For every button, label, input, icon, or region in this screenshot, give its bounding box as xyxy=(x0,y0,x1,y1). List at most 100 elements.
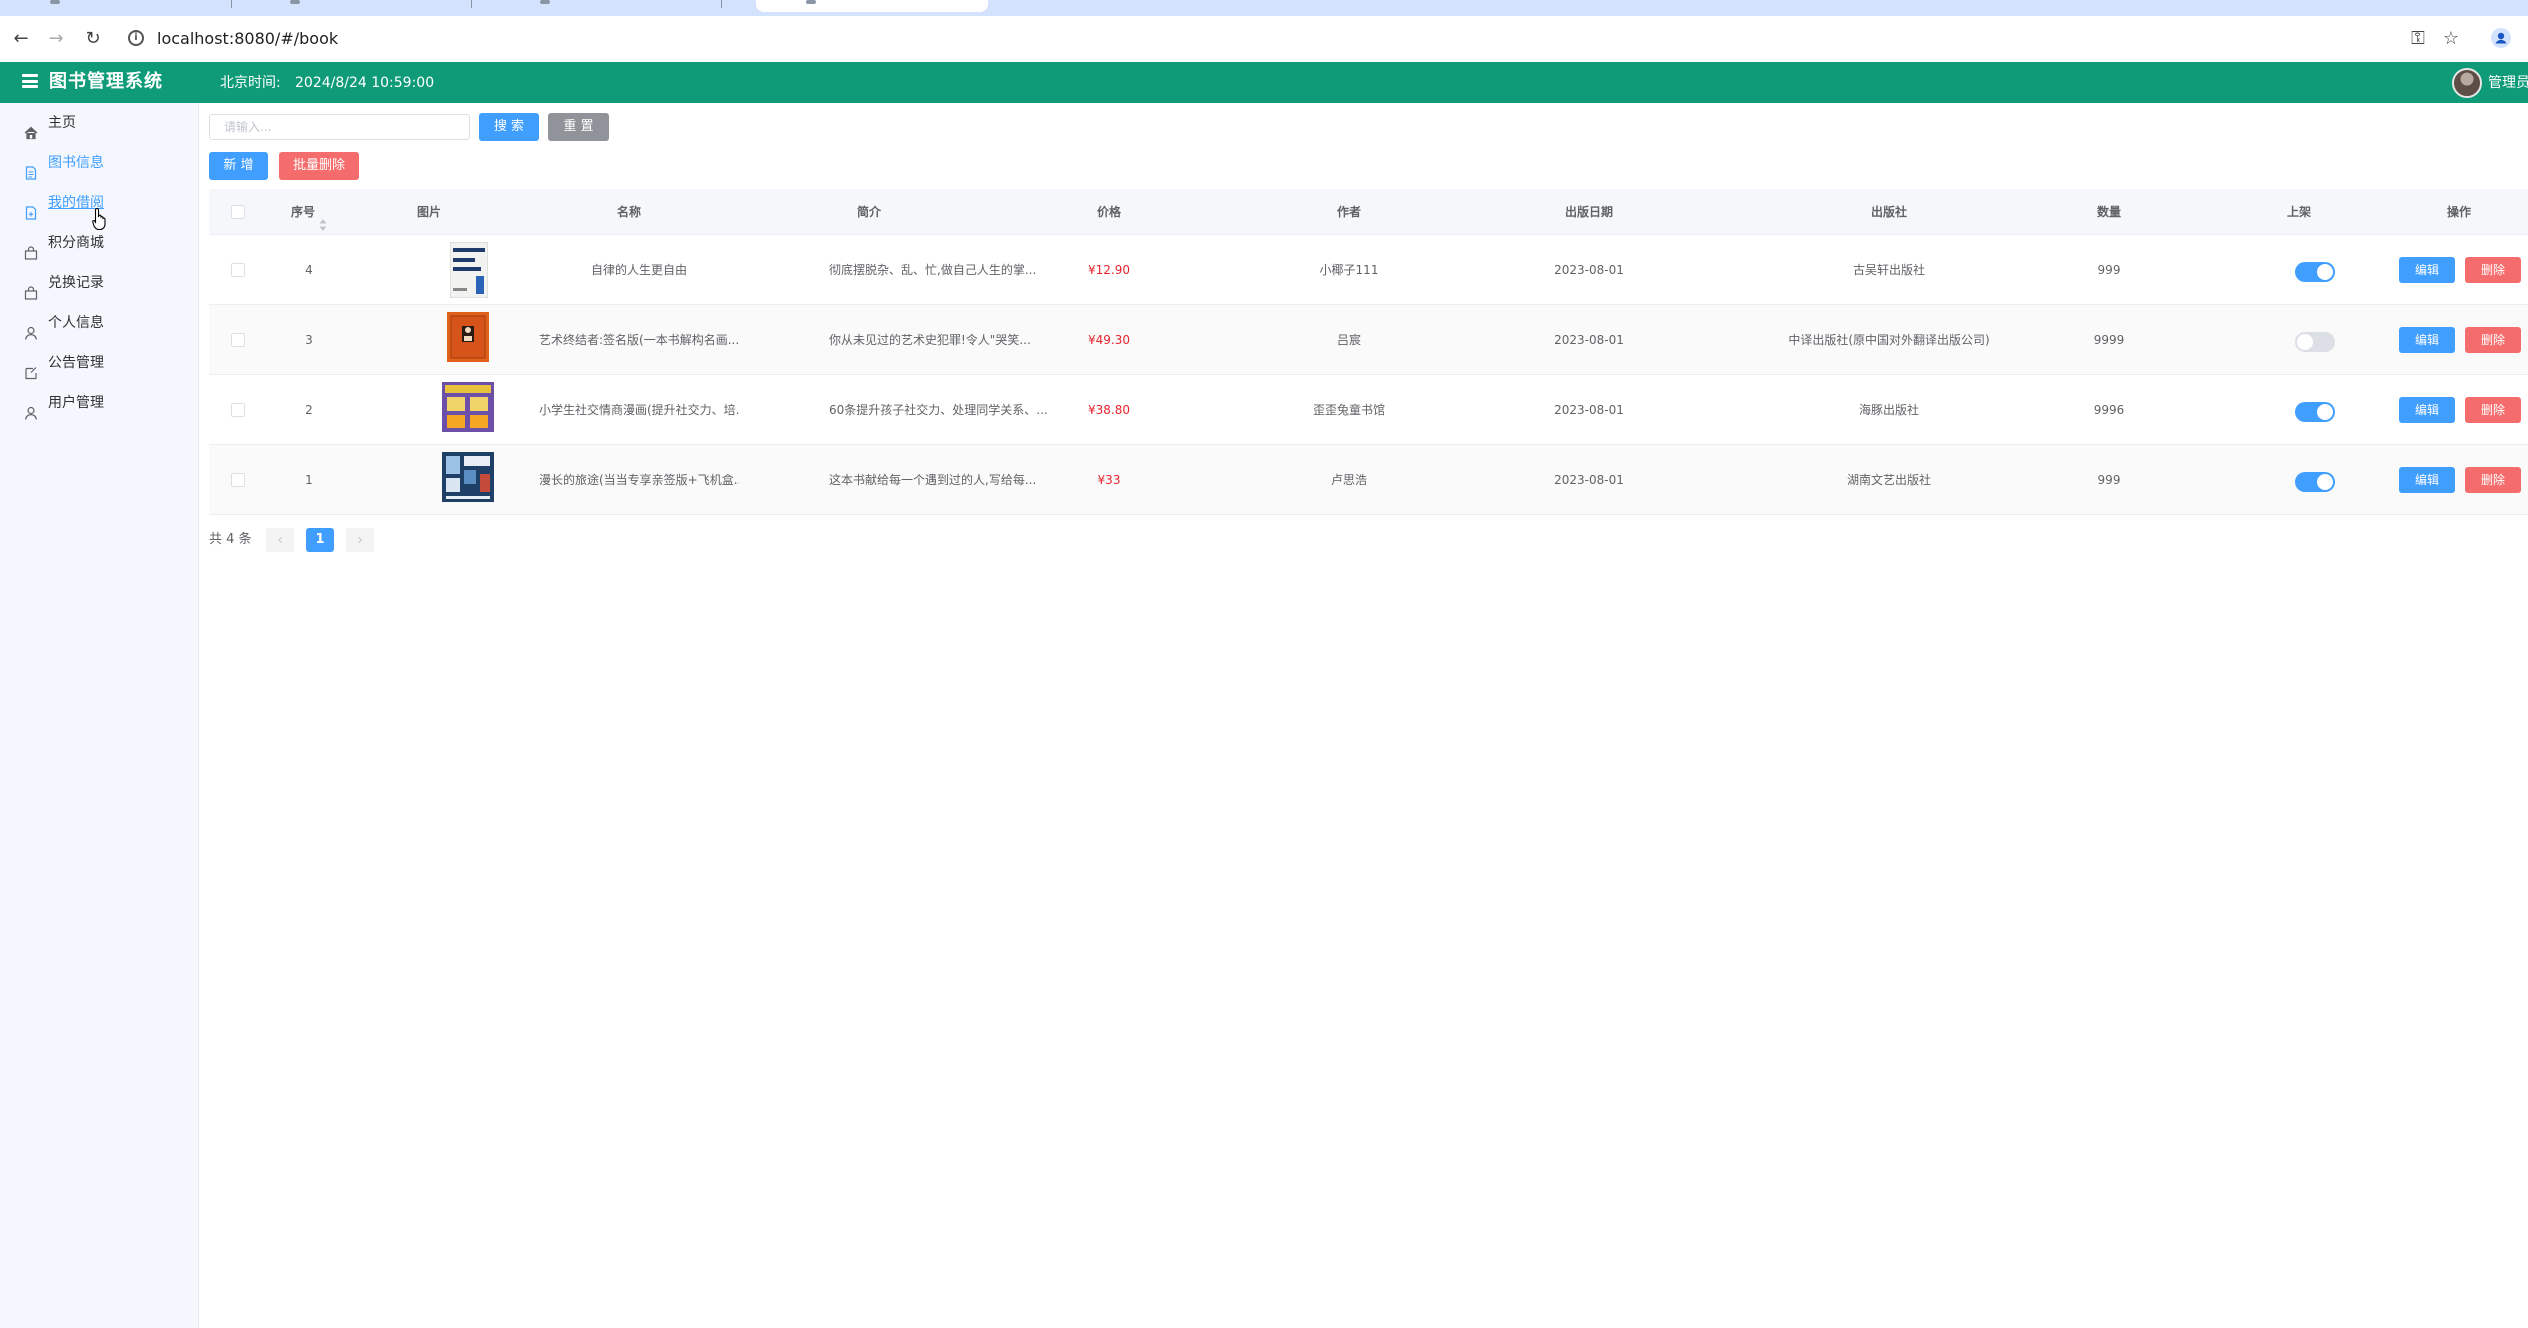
row-checkbox[interactable] xyxy=(231,403,245,417)
col-header-ops: 操作 xyxy=(2446,205,2471,219)
col-header-author: 作者 xyxy=(1336,205,1361,219)
col-header-id[interactable]: 序号 xyxy=(269,189,349,235)
delete-button[interactable]: 删除 xyxy=(2465,467,2521,493)
browser-tab[interactable] xyxy=(490,0,722,10)
cell-intro: 彻底摆脱杂、乱、忙,做自己人生的掌... xyxy=(829,263,1037,277)
password-key-icon[interactable]: ⚿ xyxy=(2407,28,2429,50)
menu-toggle-icon[interactable] xyxy=(22,74,38,88)
app-header: 图书管理系统 北京时间: 2024/8/24 10:59:00 管理员 xyxy=(0,62,2528,103)
cell-intro: 你从未见过的艺术史犯罪!令人"哭笑... xyxy=(829,333,1031,347)
col-header-publisher: 出版社 xyxy=(1870,205,1907,219)
cell-date: 2023-08-01 xyxy=(1554,333,1624,347)
browser-tab-active[interactable] xyxy=(756,0,988,12)
prev-page-button[interactable]: ‹ xyxy=(266,528,294,552)
sidebar: 主页 图书信息 我的借阅 积分商城 兑换记录 个人信息 公告管理 用户管理 xyxy=(0,103,199,1328)
browser-tab-strip xyxy=(0,0,2528,16)
shopping-bag-icon xyxy=(24,236,38,260)
table-header: 序号 图片 名称 简介 价格 作者 出版日期 出版社 数量 上架 操作 xyxy=(209,189,2528,235)
table-row[interactable]: 2 小学生社交情商漫画(提升社交力、培... 60条提升孩子社交力、处理同学关系… xyxy=(209,375,2528,445)
back-arrow-icon[interactable]: ← xyxy=(10,28,32,50)
sidebar-item-books[interactable]: 图书信息 xyxy=(0,143,199,183)
cell-date: 2023-08-01 xyxy=(1554,473,1624,487)
table-row[interactable]: 1 漫长的旅途(当当专享亲签版+飞机盒... 这本书献给每一个遇到过的人,写给每… xyxy=(209,445,2528,515)
edit-button[interactable]: 编辑 xyxy=(2399,467,2455,493)
site-info-icon[interactable]: i xyxy=(128,30,144,46)
browser-toolbar: ← → ↻ i localhost:8080/#/book ⚿ ☆ xyxy=(0,16,2528,62)
listed-toggle[interactable] xyxy=(2295,402,2335,422)
listed-toggle[interactable] xyxy=(2295,262,2335,282)
address-bar[interactable]: localhost:8080/#/book xyxy=(157,27,338,51)
reload-icon[interactable]: ↻ xyxy=(82,28,104,50)
pointer-hand-icon xyxy=(92,207,110,231)
delete-button[interactable]: 删除 xyxy=(2465,257,2521,283)
shopping-bag-icon xyxy=(24,276,38,300)
document-plus-icon xyxy=(24,196,38,220)
batch-delete-button[interactable]: 批量删除 xyxy=(279,152,359,180)
cell-quantity: 9999 xyxy=(2093,333,2125,347)
table-row[interactable]: 3 艺术终结者:签名版(一本书解构名画... 你从未见过的艺术史犯罪!令人"哭笑… xyxy=(209,305,2528,375)
edit-button[interactable]: 编辑 xyxy=(2399,327,2455,353)
cell-author: 卢思浩 xyxy=(1330,473,1367,487)
edit-button[interactable]: 编辑 xyxy=(2399,397,2455,423)
browser-tab[interactable] xyxy=(240,0,472,10)
sidebar-item-home[interactable]: 主页 xyxy=(0,103,199,143)
cell-name: 艺术终结者:签名版(一本书解构名画... xyxy=(539,333,739,347)
forward-arrow-icon[interactable]: → xyxy=(45,28,67,50)
cell-name: 自律的人生更自由 xyxy=(590,263,687,277)
bookmark-star-icon[interactable]: ☆ xyxy=(2440,28,2462,50)
row-checkbox[interactable] xyxy=(231,263,245,277)
cell-price: ¥38.80 xyxy=(1088,403,1130,417)
sidebar-item-exchange-records[interactable]: 兑换记录 xyxy=(0,263,199,303)
book-cover-image[interactable] xyxy=(442,452,494,508)
browser-tab[interactable] xyxy=(0,0,232,10)
user-icon xyxy=(24,316,38,340)
page-number-button[interactable]: 1 xyxy=(306,528,334,552)
col-header-name: 名称 xyxy=(616,205,641,219)
delete-button[interactable]: 删除 xyxy=(2465,397,2521,423)
row-checkbox[interactable] xyxy=(231,473,245,487)
sidebar-item-notices[interactable]: 公告管理 xyxy=(0,343,199,383)
cell-id: 4 xyxy=(305,263,313,277)
tab-favicon xyxy=(290,0,300,4)
sidebar-item-profile[interactable]: 个人信息 xyxy=(0,303,199,343)
tab-favicon xyxy=(50,0,60,4)
cell-publisher: 古吴轩出版社 xyxy=(1852,263,1925,277)
reset-button[interactable]: 重 置 xyxy=(548,113,609,141)
cell-date: 2023-08-01 xyxy=(1554,263,1624,277)
add-button[interactable]: 新 增 xyxy=(209,152,268,180)
cell-author: 小椰子111 xyxy=(1319,263,1379,277)
cell-quantity: 999 xyxy=(2097,473,2121,487)
sidebar-item-users[interactable]: 用户管理 xyxy=(0,383,199,423)
listed-toggle[interactable] xyxy=(2295,332,2335,352)
search-button[interactable]: 搜 索 xyxy=(479,113,539,141)
sidebar-item-label: 公告管理 xyxy=(48,355,104,371)
user-name[interactable]: 管理员 xyxy=(2488,73,2528,93)
cell-price: ¥49.30 xyxy=(1088,333,1130,347)
profile-icon[interactable] xyxy=(2490,28,2512,50)
row-checkbox[interactable] xyxy=(231,333,245,347)
listed-toggle[interactable] xyxy=(2295,472,2335,492)
book-cover-image[interactable] xyxy=(447,312,489,368)
book-cover-image[interactable] xyxy=(449,241,489,299)
tab-favicon xyxy=(540,0,550,4)
col-header-price: 价格 xyxy=(1096,205,1121,219)
sidebar-item-label: 图书信息 xyxy=(48,155,104,171)
sidebar-item-label: 个人信息 xyxy=(48,315,104,331)
cell-author: 吕宸 xyxy=(1336,333,1361,347)
sort-icon[interactable] xyxy=(319,205,327,231)
cell-quantity: 9996 xyxy=(2093,403,2125,417)
cell-publisher: 中译出版社(原中国对外翻译出版公司) xyxy=(1788,333,1990,347)
next-page-button[interactable]: › xyxy=(346,528,374,552)
table-row[interactable]: 4 自律的人生更自由 彻底摆脱杂、乱、忙,做自己人生的掌... ¥12.90 小… xyxy=(209,235,2528,305)
book-cover-image[interactable] xyxy=(442,382,494,438)
edit-button[interactable]: 编辑 xyxy=(2399,257,2455,283)
avatar[interactable] xyxy=(2452,68,2482,98)
select-all-checkbox[interactable] xyxy=(231,205,245,219)
col-header-image: 图片 xyxy=(416,205,441,219)
delete-button[interactable]: 删除 xyxy=(2465,327,2521,353)
pagination-total: 共 4 条 xyxy=(209,532,252,547)
tab-favicon xyxy=(806,0,816,4)
document-icon xyxy=(24,156,38,180)
col-header-quantity: 数量 xyxy=(2096,205,2121,219)
search-input[interactable]: 请输入... xyxy=(209,114,470,140)
